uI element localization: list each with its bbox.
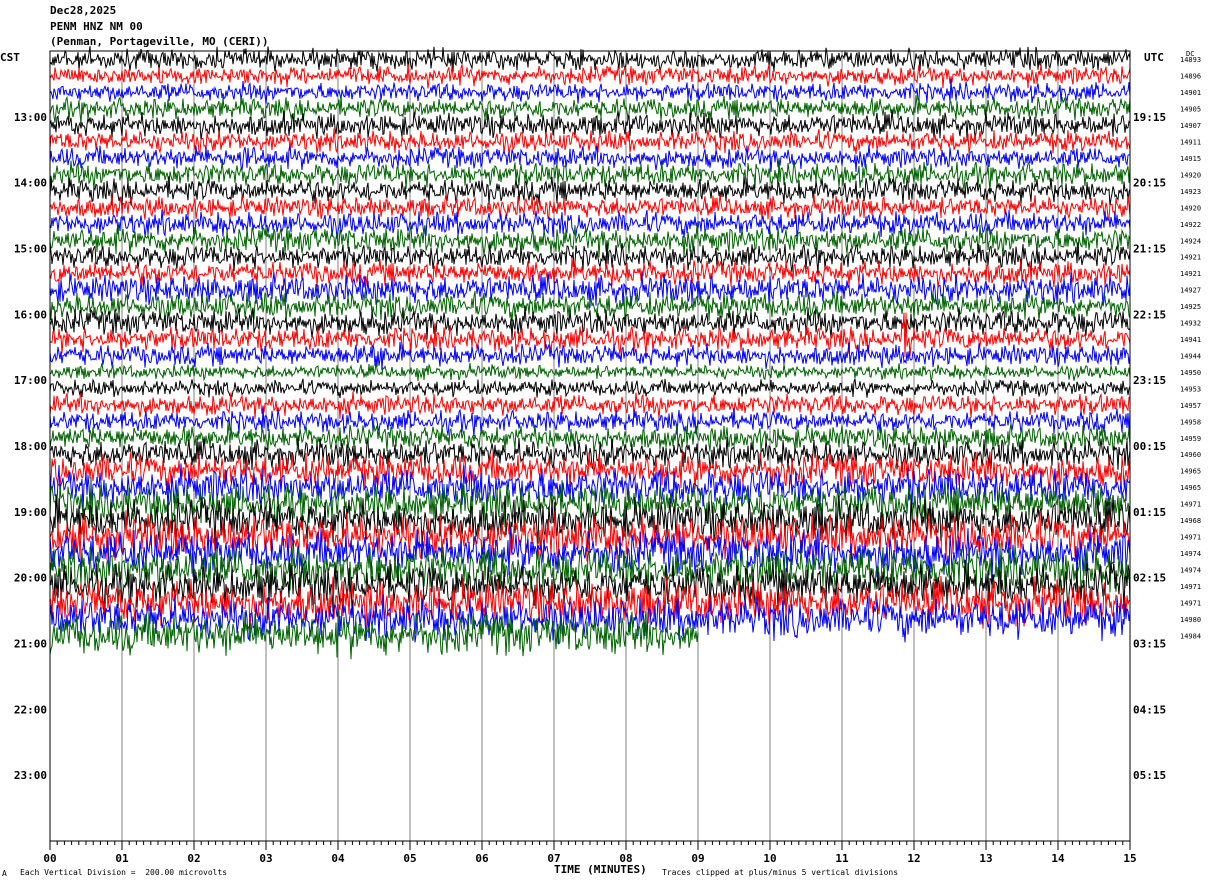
x-tick-label: 04: [331, 852, 345, 865]
x-tick-label: 05: [403, 852, 416, 865]
dc-offset-label: 14922: [1180, 221, 1201, 229]
seismic-trace: [49, 378, 1131, 399]
x-tick-label: 06: [475, 852, 489, 865]
dc-offset-label: 14896: [1180, 73, 1201, 81]
left-hour-label: 13:00: [14, 111, 47, 124]
dc-offset-label: 14974: [1180, 550, 1201, 558]
left-hour-label: 20:00: [14, 572, 47, 585]
seismic-trace: [49, 128, 1131, 155]
right-hour-label: 03:15: [1133, 638, 1166, 651]
x-tick-label: 03: [259, 852, 272, 865]
x-tick-label: 10: [763, 852, 776, 865]
x-tick-label: 00: [43, 852, 56, 865]
left-hour-label: 19:00: [14, 506, 47, 519]
dc-offset-label: 14971: [1180, 534, 1201, 542]
right-hour-label: 21:15: [1133, 243, 1166, 256]
dc-offset-label: 14957: [1180, 402, 1201, 410]
left-hour-label: 17:00: [14, 374, 47, 387]
dc-offset-label: 14901: [1180, 89, 1201, 97]
x-tick-label: 11: [835, 852, 849, 865]
right-hour-label: 22:15: [1133, 308, 1166, 321]
right-hour-label: 00:15: [1133, 440, 1166, 453]
dc-offset-label: 14915: [1180, 155, 1201, 163]
right-hour-label: 04:15: [1133, 703, 1166, 716]
dc-offset-label: 14968: [1180, 517, 1201, 525]
seismic-trace: [49, 94, 1131, 124]
left-hour-label: 23:00: [14, 769, 47, 782]
dc-offset-label: 14984: [1180, 632, 1201, 640]
dc-offset-label: 14907: [1180, 122, 1201, 130]
x-tick-label: 14: [1051, 852, 1065, 865]
dc-offset-label: 14959: [1180, 435, 1201, 443]
dc-offset-label: 14960: [1180, 451, 1201, 459]
left-hour-label: 15:00: [14, 243, 47, 256]
dc-offset-label: 14944: [1180, 352, 1201, 360]
x-tick-label: 01: [115, 852, 129, 865]
dc-offset-label: 14924: [1180, 237, 1201, 245]
left-hour-label: 21:00: [14, 638, 47, 651]
dc-offset-label: 14927: [1180, 287, 1201, 295]
clip-note: Traces clipped at plus/minus 5 vertical …: [662, 868, 899, 877]
seismic-trace: [49, 391, 1131, 419]
right-hour-label: 19:15: [1133, 111, 1166, 124]
seismic-trace: [49, 451, 1131, 491]
right-hour-label: 02:15: [1133, 572, 1166, 585]
left-hour-label: 18:00: [14, 440, 47, 453]
dc-offset-label: 14950: [1180, 369, 1201, 377]
dc-offset-label: 14893: [1180, 56, 1201, 64]
dc-offset-label: 14925: [1180, 303, 1201, 311]
seismic-trace: [49, 144, 1131, 173]
dc-offset-label: 14921: [1180, 270, 1201, 278]
seismic-trace: [49, 194, 1131, 221]
seismic-trace: [49, 363, 1131, 382]
dc-offset-label: 14920: [1180, 204, 1201, 212]
x-tick-label: 15: [1123, 852, 1136, 865]
footer-corner-mark: A: [2, 869, 7, 878]
dc-offset-label: 14974: [1180, 566, 1201, 574]
dc-offset-label: 14965: [1180, 484, 1201, 492]
dc-offset-label: 14905: [1180, 106, 1201, 114]
right-hour-label: 20:15: [1133, 177, 1166, 190]
x-axis-title: TIME (MINUTES): [554, 863, 647, 876]
right-hour-label: 05:15: [1133, 769, 1166, 782]
right-hour-label: 23:15: [1133, 374, 1166, 387]
dc-offset-label: 14971: [1180, 583, 1201, 591]
dc-offset-label: 14965: [1180, 468, 1201, 476]
dc-offset-label: 14923: [1180, 188, 1201, 196]
seismic-trace: [49, 46, 1131, 72]
dc-offset-label: 14932: [1180, 320, 1201, 328]
dc-offset-label: 14921: [1180, 254, 1201, 262]
right-hour-label: 01:15: [1133, 506, 1166, 519]
dc-offset-label: 14911: [1180, 139, 1201, 147]
dc-offset-label: 14980: [1180, 616, 1201, 624]
dc-offset-label: 14953: [1180, 385, 1201, 393]
scale-note: Each Vertical Division = 200.00 microvol…: [20, 868, 228, 877]
left-hour-label: 16:00: [14, 308, 47, 321]
dc-offset-label: 14941: [1180, 336, 1201, 344]
seismic-trace: [49, 63, 1131, 89]
dc-offset-label: 14920: [1180, 171, 1201, 179]
seismogram-plot: 00 01 02 03 04 05 06 07 08 09 10 11 12 13 14 1513:00 19:…: [14, 46, 1201, 865]
dc-offset-label: 14971: [1180, 501, 1201, 509]
left-hour-label: 22:00: [14, 703, 47, 716]
dc-offset-label: 14958: [1180, 418, 1201, 426]
x-tick-label: 09: [691, 852, 704, 865]
dc-offset-label: 14971: [1180, 599, 1201, 607]
x-tick-label: 12: [907, 852, 920, 865]
left-hour-label: 14:00: [14, 177, 47, 190]
x-tick-label: 02: [187, 852, 200, 865]
x-tick-label: 13: [979, 852, 992, 865]
